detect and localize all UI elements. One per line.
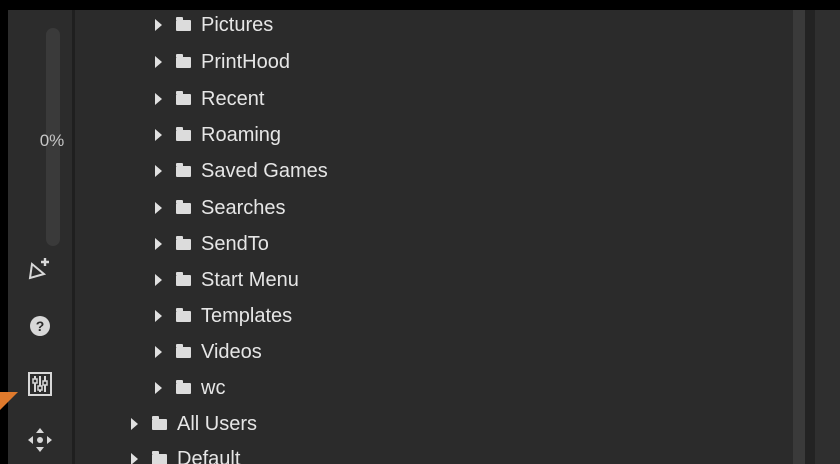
folder-icon: [176, 199, 191, 214]
accent-marker: [0, 392, 18, 410]
folder-icon: [176, 235, 191, 250]
progress-label: 0%: [39, 131, 65, 150]
tree-item-label: wc: [201, 376, 226, 399]
expand-arrow-icon[interactable]: [155, 165, 162, 177]
expand-arrow-icon[interactable]: [155, 93, 162, 105]
folder-icon: [176, 16, 191, 31]
tree-item[interactable]: Default: [131, 442, 240, 464]
tree-item[interactable]: Searches: [155, 191, 286, 225]
equalizer-settings-icon[interactable]: [26, 370, 54, 398]
expand-arrow-icon[interactable]: [155, 56, 162, 68]
tree-item[interactable]: Recent: [155, 82, 264, 116]
tree-item[interactable]: Videos: [155, 335, 262, 369]
add-tag-icon[interactable]: [26, 254, 54, 282]
expand-arrow-icon[interactable]: [155, 19, 162, 31]
folder-icon: [176, 343, 191, 358]
folder-icon: [176, 307, 191, 322]
folder-icon: [176, 162, 191, 177]
tree-item[interactable]: wc: [155, 371, 225, 405]
tree-item[interactable]: Saved Games: [155, 154, 328, 188]
folder-tree: Pictures PrintHood Recent Roaming Saved …: [75, 10, 793, 464]
expand-arrow-icon[interactable]: [155, 346, 162, 358]
tree-item[interactable]: SendTo: [155, 227, 269, 261]
tree-item-label: Recent: [201, 87, 265, 110]
move-icon[interactable]: [26, 426, 54, 454]
tree-item-label: Searches: [201, 196, 286, 219]
expand-arrow-icon[interactable]: [155, 202, 162, 214]
tree-item[interactable]: Pictures: [155, 8, 273, 42]
expand-arrow-icon[interactable]: [131, 418, 138, 430]
tree-item-label: Default: [177, 447, 241, 464]
expand-arrow-icon[interactable]: [155, 238, 162, 250]
svg-text:?: ?: [36, 318, 45, 334]
folder-icon: [176, 126, 191, 141]
app-window: 0% ? Pictures PrintHood Recent Roaming S…: [0, 0, 840, 464]
expand-arrow-icon[interactable]: [155, 382, 162, 394]
tree-item[interactable]: Start Menu: [155, 263, 299, 297]
panel-divider: [805, 10, 815, 464]
tree-item[interactable]: Templates: [155, 299, 292, 333]
tree-item-label: PrintHood: [201, 50, 290, 73]
tree-item[interactable]: All Users: [131, 407, 257, 441]
tree-item-label: Roaming: [201, 123, 282, 146]
expand-arrow-icon[interactable]: [131, 453, 138, 464]
tree-item[interactable]: Roaming: [155, 118, 281, 152]
help-icon[interactable]: ?: [26, 312, 54, 340]
tree-item-label: Templates: [201, 304, 293, 327]
folder-icon: [176, 379, 191, 394]
tree-item-label: Start Menu: [201, 268, 299, 291]
folder-icon: [176, 271, 191, 286]
tree-item-label: Saved Games: [201, 159, 328, 182]
tree-item-label: All Users: [177, 412, 258, 435]
expand-arrow-icon[interactable]: [155, 274, 162, 286]
right-panel-edge: [815, 10, 840, 464]
tree-item-label: SendTo: [201, 232, 269, 255]
top-edge: [0, 0, 840, 10]
tree-item-label: Videos: [201, 340, 262, 363]
folder-icon: [176, 53, 191, 68]
tree-item[interactable]: PrintHood: [155, 45, 290, 79]
folder-icon: [152, 450, 167, 464]
expand-arrow-icon[interactable]: [155, 129, 162, 141]
folder-icon: [152, 415, 167, 430]
tree-item-label: Pictures: [201, 13, 274, 36]
expand-arrow-icon[interactable]: [155, 310, 162, 322]
folder-icon: [176, 90, 191, 105]
vertical-scrollbar[interactable]: [793, 10, 805, 464]
